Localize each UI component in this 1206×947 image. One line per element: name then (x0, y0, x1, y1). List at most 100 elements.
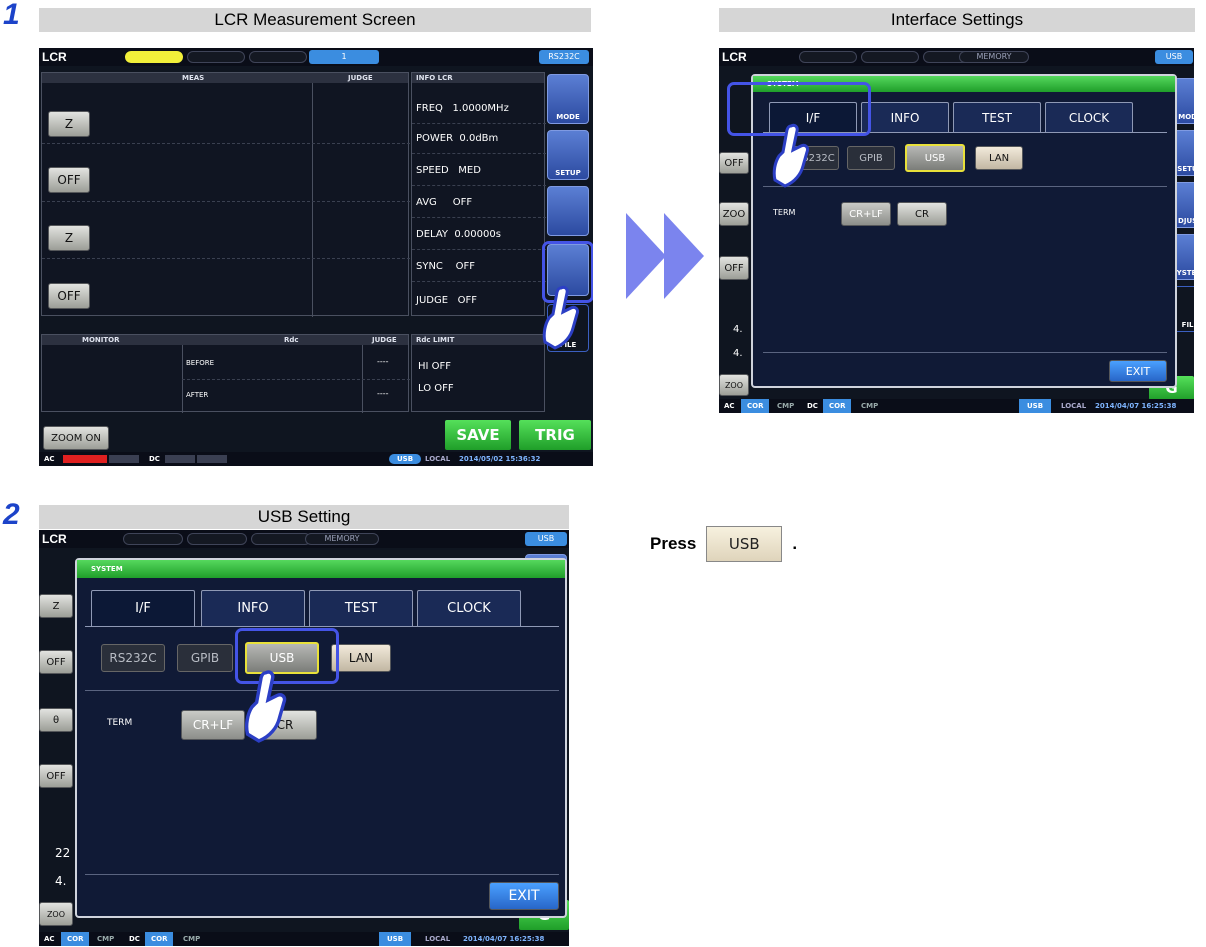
top-slot[interactable] (187, 533, 247, 545)
zoom-on-button[interactable]: ZOOM ON (43, 426, 109, 450)
status-remote: LOCAL (425, 935, 451, 943)
interface-gpib-button[interactable]: GPIB (847, 146, 895, 170)
term-label: TERM (107, 718, 133, 728)
top-slot[interactable] (123, 533, 183, 545)
tab-clock[interactable]: CLOCK (1045, 102, 1133, 132)
tab-clock[interactable]: CLOCK (417, 590, 521, 626)
status-cor: COR (741, 399, 770, 413)
interface-usb-button[interactable]: USB (905, 144, 965, 172)
status-iface: USB (379, 932, 412, 946)
top-bar: LCR 1 RS232C (39, 48, 593, 66)
status-bar: AC DC USB LOCAL 2014/05/02 15:36:32 (39, 452, 593, 466)
status-dc: DC (129, 935, 140, 943)
info-row-freq[interactable]: FREQ 1.0000MHz (416, 103, 509, 114)
monitor-panel: MONITOR Rdc JUDGE BEFORE ---- AFTER ---- (41, 334, 410, 413)
interface-rs232c-button[interactable]: RS232C (101, 644, 165, 672)
instruction: Press USB . (650, 526, 797, 562)
instruction-usb-button-image: USB (706, 526, 783, 562)
top-slot[interactable] (187, 51, 245, 63)
step1-right-title: Interface Settings (719, 8, 1195, 32)
term-cr-button[interactable]: CR (897, 202, 947, 226)
param-button-3[interactable]: Z (48, 225, 90, 251)
status-datetime: 2014/04/07 16:25:38 (1095, 402, 1177, 410)
interface-badge[interactable]: USB (525, 532, 567, 546)
top-slot[interactable] (861, 51, 919, 63)
interface-lan-button[interactable]: LAN (975, 146, 1023, 170)
rdc-before-judge: ---- (377, 357, 389, 366)
status-remote: LOCAL (425, 455, 451, 463)
param-button-1[interactable]: Z (48, 111, 90, 137)
hidden-button: OFF (39, 650, 73, 674)
top-memory[interactable]: MEMORY (959, 51, 1029, 63)
side-button-adjust[interactable] (547, 186, 589, 236)
pointing-hand-icon (772, 123, 809, 188)
interface-gpib-button[interactable]: GPIB (177, 644, 233, 672)
mode-label: LCR (722, 50, 747, 64)
info-row-judge[interactable]: JUDGE OFF (416, 295, 477, 306)
info-panel-header: INFO LCR (412, 73, 544, 83)
status-cor: COR (823, 399, 852, 413)
rdc-before-label: BEFORE (186, 359, 215, 367)
tab-if[interactable]: I/F (91, 590, 195, 626)
status-cmp: CMP (861, 402, 879, 410)
status-iface: USB (1019, 399, 1052, 413)
top-slot-yellow[interactable] (125, 51, 183, 63)
status-cmp: CMP (183, 935, 201, 943)
meas-panel-header: MEAS JUDGE (42, 73, 408, 83)
pointing-hand-icon (542, 285, 579, 350)
status-cmp: CMP (777, 402, 795, 410)
status-remote: LOCAL (1061, 402, 1087, 410)
info-row-delay[interactable]: DELAY 0.00000s (416, 229, 501, 240)
info-row-sync[interactable]: SYNC OFF (416, 261, 475, 272)
term-crlf-button[interactable]: CR+LF (841, 202, 891, 226)
tab-info[interactable]: INFO (861, 102, 949, 132)
status-cor: COR (61, 932, 90, 946)
interface-lan-button[interactable]: LAN (331, 644, 391, 672)
trig-button[interactable]: TRIG (519, 420, 591, 450)
mode-label: LCR (42, 50, 67, 64)
top-slot[interactable] (251, 533, 311, 545)
instruction-prefix: Press (650, 534, 697, 553)
dialog-title: SYSTEM (77, 560, 565, 578)
rdc-limit-lo[interactable]: LO OFF (418, 383, 454, 394)
rdc-limit-panel: Rdc LIMIT HI OFF LO OFF (411, 334, 545, 412)
hidden-text: 22 (55, 846, 71, 860)
top-memory[interactable]: MEMORY (305, 533, 379, 545)
param-button-4[interactable]: OFF (48, 283, 90, 309)
step2-title: USB Setting (39, 505, 569, 529)
status-datetime: 2014/05/02 15:36:32 (459, 455, 541, 463)
tab-test[interactable]: TEST (953, 102, 1041, 132)
tab-test[interactable]: TEST (309, 590, 413, 626)
meas-panel: MEAS JUDGE Z OFF Z OFF (41, 72, 410, 317)
rdc-limit-header: Rdc LIMIT (416, 336, 455, 344)
interface-badge[interactable]: RS232C (539, 50, 589, 64)
rdc-after-label: AFTER (186, 391, 209, 399)
hidden-button: OFF (719, 152, 749, 174)
panel-divider (312, 83, 313, 317)
term-crlf-button[interactable]: CR+LF (181, 710, 245, 740)
side-button-mode[interactable]: MODE (547, 74, 589, 124)
info-row-speed[interactable]: SPEED MED (416, 165, 481, 176)
top-slot[interactable] (799, 51, 857, 63)
hidden-button: Z (39, 594, 73, 618)
side-button-setup[interactable]: SETUP (547, 130, 589, 180)
param-button-2[interactable]: OFF (48, 167, 90, 193)
status-dc: DC (807, 402, 818, 410)
hidden-text: 4. (55, 874, 67, 888)
hidden-button: ZOO (39, 902, 73, 926)
tab-info[interactable]: INFO (201, 590, 305, 626)
save-button[interactable]: SAVE (445, 420, 511, 450)
status-cor: COR (145, 932, 174, 946)
tab-1[interactable]: 1 (309, 50, 379, 64)
status-dc: DC (149, 455, 160, 463)
next-arrows-icon (626, 213, 704, 299)
rdc-limit-hi[interactable]: HI OFF (418, 361, 451, 372)
top-slot[interactable] (249, 51, 307, 63)
status-cmp: CMP (97, 935, 115, 943)
interface-badge[interactable]: USB (1155, 50, 1193, 64)
exit-button[interactable]: EXIT (489, 882, 559, 910)
exit-button[interactable]: EXIT (1109, 360, 1167, 382)
step-number-2: 2 (3, 498, 20, 531)
info-row-avg[interactable]: AVG OFF (416, 197, 472, 208)
info-row-power[interactable]: POWER 0.0dBm (416, 133, 498, 144)
